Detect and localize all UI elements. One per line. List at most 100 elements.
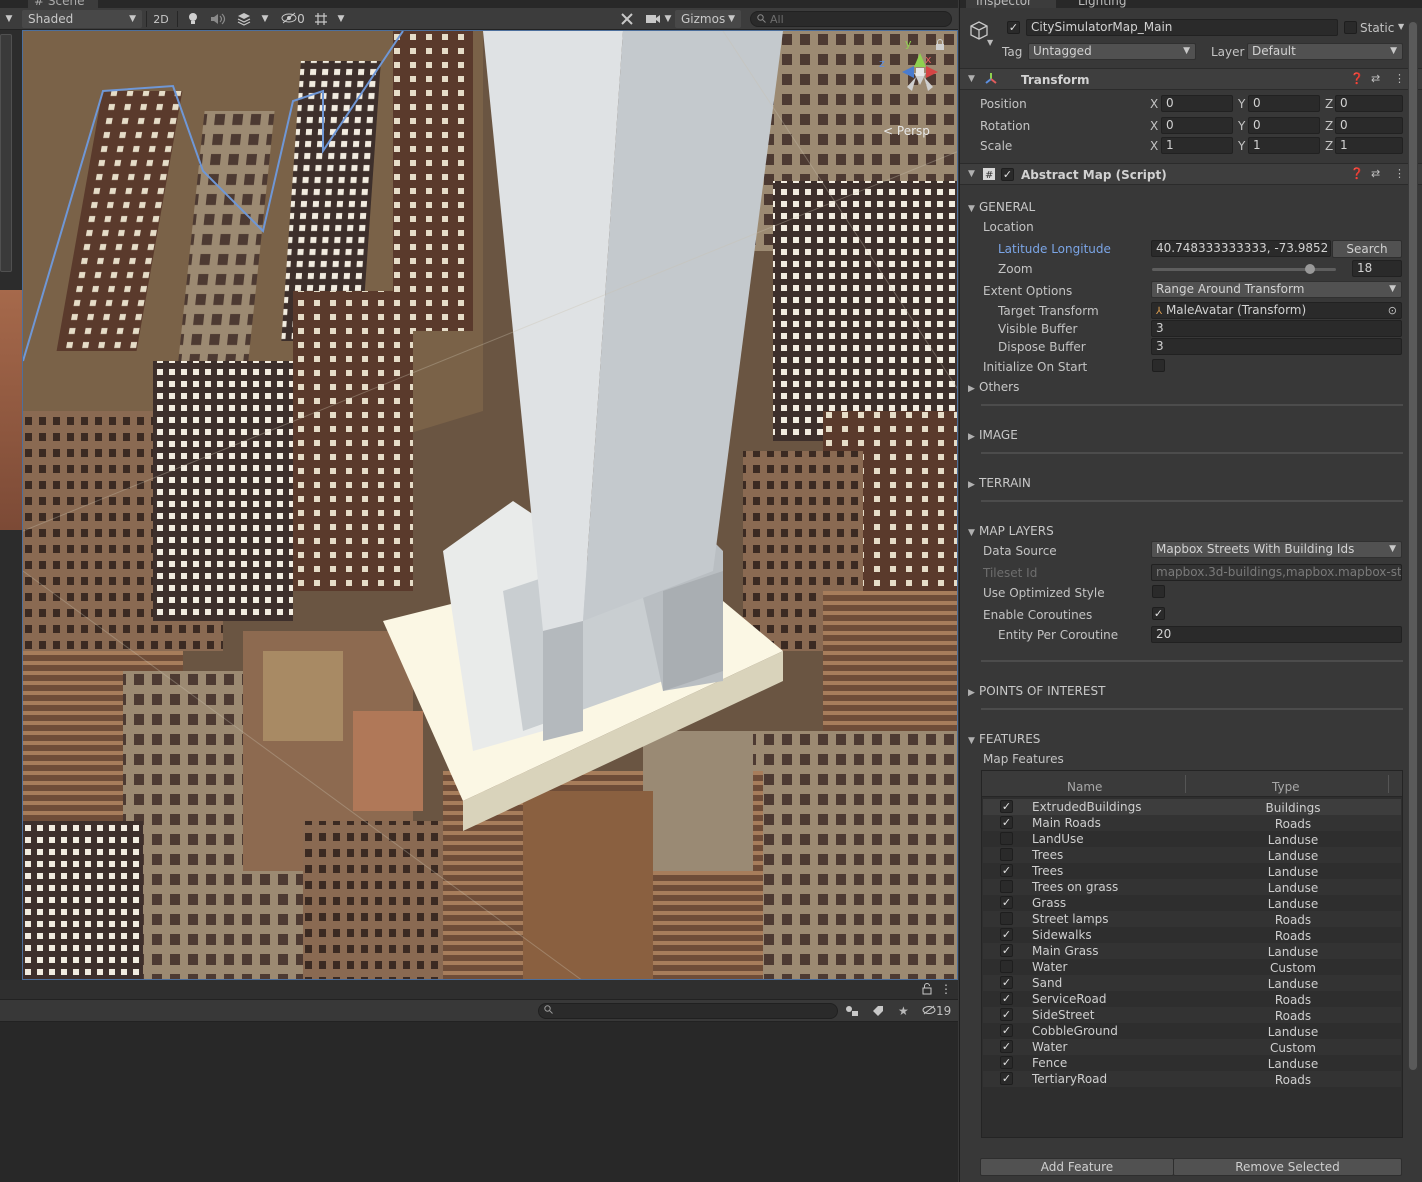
- table-row[interactable]: ✓ Sidewalks Roads: [983, 927, 1401, 943]
- position-x-field[interactable]: 0: [1161, 95, 1233, 112]
- entity-per-coroutine-field[interactable]: 20: [1151, 626, 1402, 643]
- component-enabled-checkbox[interactable]: ✓: [1001, 168, 1014, 181]
- camera-dropdown-arrow[interactable]: ▼: [662, 10, 674, 28]
- static-checkbox[interactable]: [1344, 21, 1357, 34]
- presets-icon[interactable]: ⇄: [1371, 167, 1380, 180]
- table-row[interactable]: LandUse Landuse: [983, 831, 1401, 847]
- more-options-icon[interactable]: ⋮: [1394, 72, 1405, 85]
- tag-dropdown[interactable]: Untagged ▼: [1028, 43, 1196, 60]
- table-row[interactable]: Water Custom: [983, 959, 1401, 975]
- position-z-field[interactable]: 0: [1335, 95, 1403, 112]
- table-row[interactable]: ✓ Fence Landuse: [983, 1055, 1401, 1071]
- search-button[interactable]: Search: [1332, 240, 1402, 258]
- feature-enabled-checkbox[interactable]: [1000, 960, 1013, 973]
- feature-enabled-checkbox[interactable]: [1000, 880, 1013, 893]
- projection-toggle[interactable]: < Persp: [883, 124, 930, 138]
- filter-by-type-icon[interactable]: [845, 1002, 859, 1020]
- scrollbar-thumb[interactable]: [1409, 22, 1417, 1070]
- feature-enabled-checkbox[interactable]: ✓: [1000, 976, 1013, 989]
- toolbar-menu-arrow[interactable]: ▼: [2, 10, 16, 28]
- more-options-icon[interactable]: ⋮: [1394, 167, 1405, 180]
- feature-enabled-checkbox[interactable]: ✓: [1000, 1040, 1013, 1053]
- feature-enabled-checkbox[interactable]: ✓: [1000, 1072, 1013, 1085]
- data-source-dropdown[interactable]: Mapbox Streets With Building Ids ▼: [1151, 541, 1402, 558]
- feature-enabled-checkbox[interactable]: ✓: [1000, 1008, 1013, 1021]
- add-feature-button[interactable]: Add Feature: [980, 1158, 1174, 1176]
- scene-visibility-toggle[interactable]: 0: [278, 10, 308, 28]
- help-icon[interactable]: ❓: [1350, 167, 1364, 180]
- zoom-slider-track[interactable]: [1152, 264, 1336, 274]
- table-row[interactable]: ✓ Water Custom: [983, 1039, 1401, 1055]
- section-map-layers[interactable]: ▼ MAP LAYERS: [968, 524, 1054, 538]
- object-name-field[interactable]: CitySimulatorMap_Main: [1026, 19, 1338, 36]
- column-name-header[interactable]: Name: [1067, 780, 1102, 794]
- collapsed-panel[interactable]: [0, 34, 12, 272]
- inspector-scrollbar[interactable]: [1408, 22, 1418, 1070]
- section-terrain[interactable]: ▶ TERRAIN: [968, 476, 1031, 490]
- feature-enabled-checkbox[interactable]: ✓: [1000, 992, 1013, 1005]
- scale-x-field[interactable]: 1: [1161, 137, 1233, 154]
- feature-enabled-checkbox[interactable]: ✓: [1000, 1024, 1013, 1037]
- dispose-buffer-field[interactable]: 3: [1151, 338, 1402, 355]
- scale-z-field[interactable]: 1: [1335, 137, 1403, 154]
- lock-icon[interactable]: [935, 39, 945, 54]
- shading-mode-dropdown[interactable]: Shaded ▼: [22, 10, 142, 28]
- optimized-style-checkbox[interactable]: [1152, 585, 1165, 598]
- feature-enabled-checkbox[interactable]: ✓: [1000, 1056, 1013, 1069]
- table-row[interactable]: ✓ ExtrudedBuildings Buildings: [983, 799, 1401, 815]
- rotation-x-field[interactable]: 0: [1161, 117, 1233, 134]
- scale-y-field[interactable]: 1: [1248, 137, 1320, 154]
- column-type-header[interactable]: Type: [1272, 780, 1300, 794]
- remove-selected-button[interactable]: Remove Selected: [1173, 1158, 1402, 1176]
- latlon-field[interactable]: 40.748333333333, -73.9852: [1151, 240, 1331, 257]
- extent-options-dropdown[interactable]: Range Around Transform ▼: [1151, 281, 1402, 298]
- table-row[interactable]: ✓ TertiaryRoad Roads: [983, 1071, 1401, 1087]
- scene-tab[interactable]: # Scene: [28, 0, 98, 8]
- camera-icon[interactable]: [642, 10, 664, 28]
- label-tag-icon[interactable]: [872, 1002, 884, 1020]
- grid-dropdown-arrow[interactable]: ▼: [334, 10, 348, 28]
- feature-enabled-checkbox[interactable]: ✓: [1000, 944, 1013, 957]
- section-general[interactable]: ▼ GENERAL: [968, 200, 1035, 214]
- feature-enabled-checkbox[interactable]: ✓: [1000, 800, 1013, 813]
- position-y-field[interactable]: 0: [1248, 95, 1320, 112]
- gizmos-dropdown[interactable]: Gizmos ▼: [675, 10, 741, 28]
- section-points-of-interest[interactable]: ▶ POINTS OF INTEREST: [968, 684, 1105, 698]
- abstract-map-component-header[interactable]: ▼ # ✓ Abstract Map (Script) ❓ ⇄ ⋮: [960, 163, 1422, 185]
- lighting-toggle-icon[interactable]: [183, 10, 203, 28]
- layer-dropdown[interactable]: Default ▼: [1247, 43, 1403, 60]
- feature-enabled-checkbox[interactable]: ✓: [1000, 896, 1013, 909]
- table-row[interactable]: ✓ Main Roads Roads: [983, 815, 1401, 831]
- enable-coroutines-checkbox[interactable]: ✓: [1152, 607, 1165, 620]
- section-others[interactable]: ▶ Others: [968, 380, 1019, 394]
- rotation-y-field[interactable]: 0: [1248, 117, 1320, 134]
- tab-inspector[interactable]: Inspector: [966, 0, 1056, 8]
- table-row[interactable]: Trees Landuse: [983, 847, 1401, 863]
- scene-search-input[interactable]: All: [750, 11, 952, 27]
- table-row[interactable]: Street lamps Roads: [983, 911, 1401, 927]
- zoom-slider-thumb[interactable]: [1305, 264, 1316, 274]
- table-row[interactable]: ✓ SideStreet Roads: [983, 1007, 1401, 1023]
- object-picker-icon[interactable]: ⊙: [1388, 303, 1397, 318]
- help-icon[interactable]: ❓: [1350, 72, 1364, 85]
- table-row[interactable]: ✓ Main Grass Landuse: [983, 943, 1401, 959]
- feature-enabled-checkbox[interactable]: ✓: [1000, 928, 1013, 941]
- effects-toggle-icon[interactable]: [233, 10, 255, 28]
- grid-snap-icon[interactable]: [312, 10, 330, 28]
- audio-toggle-icon[interactable]: [207, 10, 229, 28]
- object-active-checkbox[interactable]: ✓: [1007, 21, 1020, 34]
- visible-buffer-field[interactable]: 3: [1151, 320, 1402, 337]
- feature-enabled-checkbox[interactable]: [1000, 912, 1013, 925]
- lock-icon[interactable]: [922, 983, 932, 998]
- table-row[interactable]: ✓ ServiceRoad Roads: [983, 991, 1401, 1007]
- feature-enabled-checkbox[interactable]: ✓: [1000, 864, 1013, 877]
- static-dropdown-arrow[interactable]: ▼: [1398, 22, 1404, 31]
- toggle-2d-button[interactable]: 2D: [150, 10, 172, 28]
- tools-icon[interactable]: [617, 10, 637, 28]
- feature-enabled-checkbox[interactable]: ✓: [1000, 816, 1013, 829]
- feature-enabled-checkbox[interactable]: [1000, 832, 1013, 845]
- transform-component-header[interactable]: ▼ Transform ❓ ⇄ ⋮: [960, 68, 1422, 90]
- hierarchy-search-input[interactable]: [538, 1003, 838, 1019]
- favorite-star-icon[interactable]: ★: [898, 1002, 909, 1020]
- zoom-field[interactable]: 18: [1352, 260, 1402, 277]
